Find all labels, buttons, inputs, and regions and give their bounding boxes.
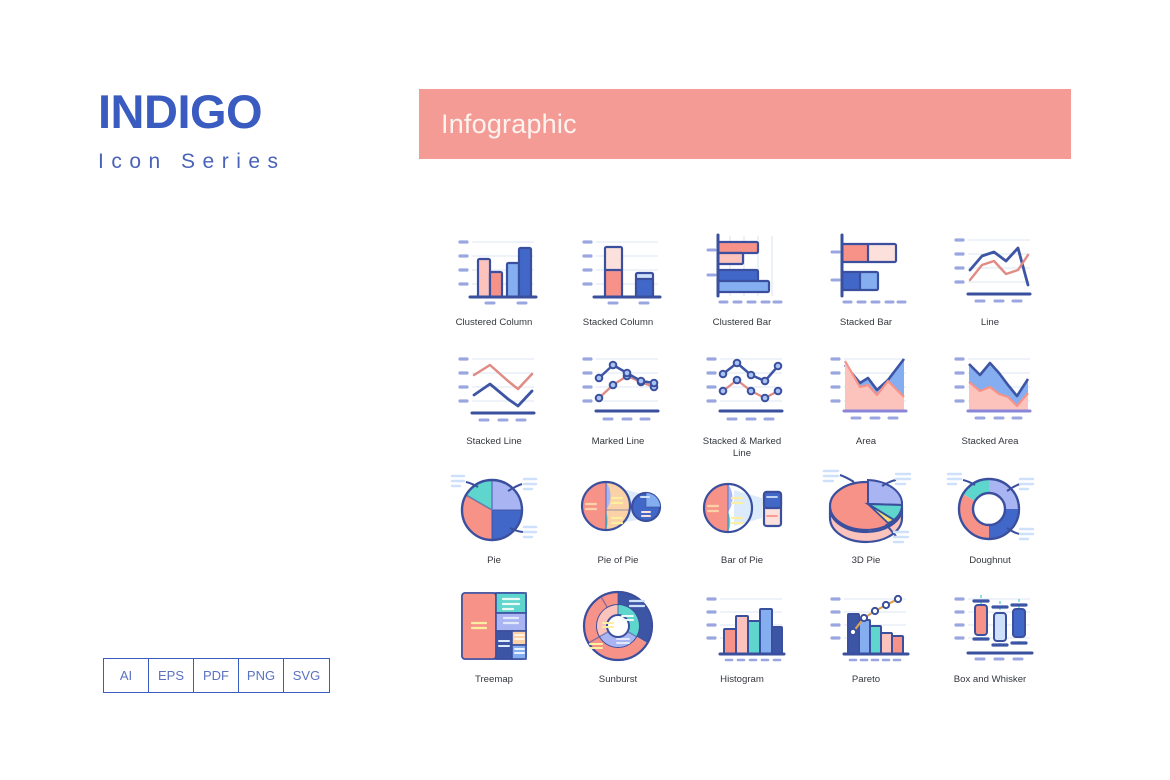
icon-cell-stacked-area[interactable]: Stacked Area	[928, 344, 1052, 463]
icon-cell-box-and-whisker[interactable]: Box and Whisker	[928, 582, 1052, 701]
stacked-column-icon	[568, 225, 668, 315]
stacked-bar-icon	[816, 225, 916, 315]
icon-cell-line[interactable]: Line	[928, 225, 1052, 344]
poster-canvas: INDIGO Icon Series AI EPS PDF PNG SVG In…	[0, 0, 1170, 780]
icon-label: Sunburst	[598, 674, 638, 685]
icon-cell-stacked-column[interactable]: Stacked Column	[556, 225, 680, 344]
icon-label: Histogram	[720, 674, 764, 685]
icon-label: 3D Pie	[851, 555, 881, 566]
icon-cell-bar-of-pie[interactable]: Bar of Pie	[680, 463, 804, 582]
icon-cell-histogram[interactable]: Histogram	[680, 582, 804, 701]
icon-cell-clustered-bar[interactable]: Clustered Bar	[680, 225, 804, 344]
icon-label: Marked Line	[591, 436, 645, 447]
icon-cell-clustered-column[interactable]: Clustered Column	[432, 225, 556, 344]
clustered-bar-icon	[692, 225, 792, 315]
icon-cell-marked-line[interactable]: Marked Line	[556, 344, 680, 463]
icon-cell-stacked-bar[interactable]: Stacked Bar	[804, 225, 928, 344]
icon-label: Doughnut	[969, 555, 1011, 566]
icon-label: Stacked & Marked Line	[702, 436, 782, 459]
icon-label: Area	[855, 436, 877, 447]
format-badge-eps[interactable]: EPS	[149, 659, 194, 692]
area-chart-icon	[816, 344, 916, 434]
icon-label: Bar of Pie	[720, 555, 764, 566]
icon-cell-pareto[interactable]: Pareto	[804, 582, 928, 701]
icon-cell-area[interactable]: Area	[804, 344, 928, 463]
icon-label: Clustered Bar	[712, 317, 772, 328]
section-banner: Infographic	[419, 89, 1071, 159]
icon-label: Treemap	[474, 674, 514, 685]
sunburst-chart-icon	[568, 582, 668, 672]
icon-cell-sunburst[interactable]: Sunburst	[556, 582, 680, 701]
doughnut-chart-icon	[940, 463, 1040, 553]
pareto-chart-icon	[816, 582, 916, 672]
icon-cell-3d-pie[interactable]: 3D Pie	[804, 463, 928, 582]
icon-label: Line	[980, 317, 1000, 328]
icon-label: Clustered Column	[455, 317, 533, 328]
icon-cell-treemap[interactable]: Treemap	[432, 582, 556, 701]
pie-3d-icon	[816, 463, 916, 553]
clustered-column-icon	[444, 225, 544, 315]
marked-line-icon	[568, 344, 668, 434]
icon-grid: Clustered Column Stacked Column Clustere…	[432, 225, 1052, 701]
icon-label: Box and Whisker	[953, 674, 1027, 685]
format-badge-ai[interactable]: AI	[104, 659, 149, 692]
brand-subtitle: Icon Series	[98, 150, 286, 173]
bar-of-pie-icon	[692, 463, 792, 553]
icon-cell-stacked-marked-line[interactable]: Stacked & Marked Line	[680, 344, 804, 463]
treemap-icon	[444, 582, 544, 672]
icon-cell-stacked-line[interactable]: Stacked Line	[432, 344, 556, 463]
stacked-line-icon	[444, 344, 544, 434]
icon-cell-doughnut[interactable]: Doughnut	[928, 463, 1052, 582]
format-badge-png[interactable]: PNG	[239, 659, 284, 692]
format-badge-svg[interactable]: SVG	[284, 659, 329, 692]
pie-chart-icon	[444, 463, 544, 553]
pie-of-pie-icon	[568, 463, 668, 553]
page-title: INDIGO	[98, 85, 263, 138]
icon-label: Pie	[487, 555, 501, 566]
icon-label: Stacked Bar	[839, 317, 893, 328]
format-badge-pdf[interactable]: PDF	[194, 659, 239, 692]
icon-cell-pie[interactable]: Pie	[432, 463, 556, 582]
stacked-area-icon	[940, 344, 1040, 434]
stacked-marked-line-icon	[692, 344, 792, 434]
icon-label: Pie of Pie	[597, 555, 639, 566]
icon-label: Stacked Line	[466, 436, 522, 447]
brand-block: INDIGO Icon Series	[98, 88, 398, 172]
icon-label: Stacked Column	[582, 317, 654, 328]
format-badge-group: AI EPS PDF PNG SVG	[103, 658, 330, 693]
section-banner-title: Infographic	[441, 108, 577, 139]
line-chart-icon	[940, 225, 1040, 315]
box-and-whisker-icon	[940, 582, 1040, 672]
histogram-icon	[692, 582, 792, 672]
icon-label: Pareto	[851, 674, 881, 685]
icon-cell-pie-of-pie[interactable]: Pie of Pie	[556, 463, 680, 582]
icon-label: Stacked Area	[961, 436, 1019, 447]
